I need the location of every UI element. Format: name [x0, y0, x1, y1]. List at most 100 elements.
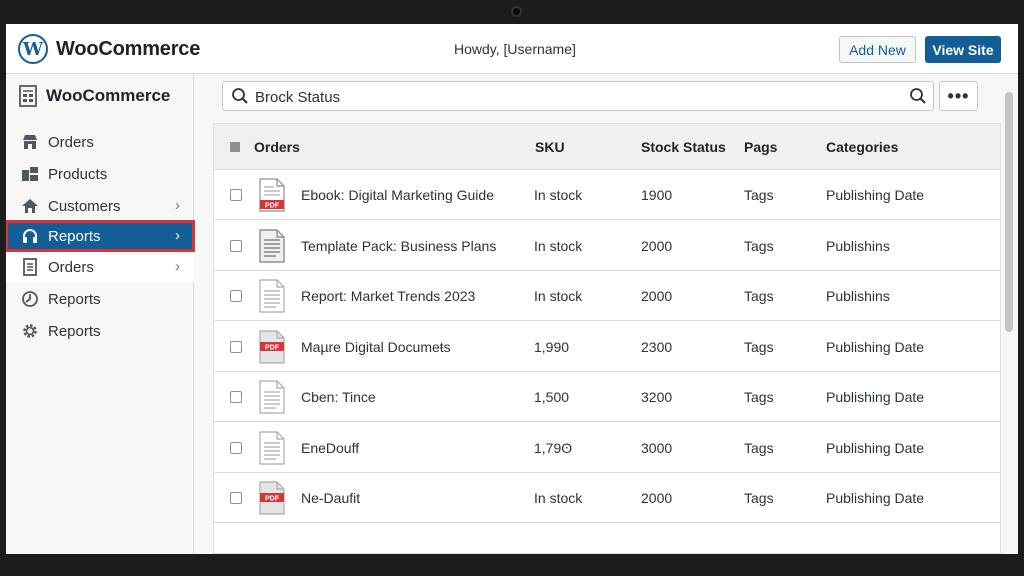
- chevron-right-icon: ›: [175, 197, 180, 214]
- document-icon: [20, 257, 40, 277]
- pdf-file-icon: PDF: [258, 178, 286, 212]
- column-header-stock-status[interactable]: Stock Status: [641, 139, 726, 155]
- product-name-link[interactable]: Ebook: Digital Marketing Guide: [301, 187, 494, 203]
- select-all-checkbox[interactable]: [230, 142, 240, 152]
- category-cell: Publishins: [826, 288, 890, 304]
- column-header-pags[interactable]: Pags: [744, 139, 777, 155]
- pags-cell: Tags: [744, 439, 774, 456]
- sidebar-item-label: Reports: [48, 322, 101, 340]
- search-value: Brock Status: [255, 89, 341, 106]
- search-submit-icon[interactable]: [909, 87, 927, 110]
- pdf-file-icon: PDF: [258, 481, 286, 515]
- sku-cell: In stock: [534, 187, 583, 203]
- document-file-icon: [258, 430, 286, 465]
- stock-cell: 1900: [641, 187, 673, 203]
- row-checkbox[interactable]: [230, 189, 242, 201]
- product-name-link[interactable]: Cben: Tince: [301, 389, 376, 405]
- stock-cell: 2000: [641, 490, 673, 506]
- document-file-icon: [258, 228, 286, 263]
- chevron-right-icon: ›: [175, 227, 180, 244]
- product-name-link[interactable]: Report: Market Trends 2023: [301, 288, 475, 304]
- table-row[interactable]: EneDouff 1,79ʘ 3000 Tags Publishing Date: [214, 422, 1000, 473]
- table-row[interactable]: Report: Market Trends 2023 In stock 2000 Ta…: [214, 271, 1000, 321]
- sidebar-item-orders-2[interactable]: Orders ›: [6, 252, 194, 282]
- row-checkbox[interactable]: [230, 290, 242, 302]
- sidebar-item-label: Orders: [48, 133, 94, 151]
- pdf-file-icon: PDF: [258, 329, 286, 364]
- stock-cell: 3200: [641, 389, 673, 405]
- category-cell: Publishing Date: [826, 439, 925, 456]
- sku-cell: In stock: [534, 237, 583, 254]
- pags-cell: Tags: [744, 389, 774, 405]
- gear-icon: [20, 321, 40, 341]
- sidebar-item-reports-2[interactable]: Reports: [6, 284, 194, 314]
- pags-cell: Tags: [744, 237, 774, 254]
- search-input[interactable]: Brock Status: [222, 81, 934, 111]
- row-checkbox[interactable]: [230, 239, 242, 252]
- category-cell: Publishing Date: [826, 389, 925, 405]
- sidebar-item-reports-3[interactable]: Reports: [6, 316, 194, 346]
- stock-cell: 2300: [641, 338, 673, 355]
- product-name-link[interactable]: Ne-Daufit: [301, 490, 360, 506]
- sidebar: WooCommerce Orders Products Customers › …: [6, 74, 195, 554]
- pags-cell: Tags: [744, 338, 774, 355]
- sku-cell: In stock: [534, 490, 583, 506]
- pags-cell: Tags: [744, 490, 774, 506]
- scrollbar-thumb[interactable]: [1005, 92, 1013, 332]
- scrollbar[interactable]: [1005, 84, 1013, 554]
- brand[interactable]: W WooCommerce: [18, 34, 200, 64]
- more-options-button[interactable]: •••: [939, 81, 978, 111]
- sidebar-item-orders[interactable]: Orders: [6, 127, 194, 157]
- stock-cell: 2000: [641, 288, 673, 304]
- report-sheet-icon: [18, 85, 38, 107]
- products-icon: [20, 164, 40, 184]
- row-checkbox[interactable]: [230, 441, 242, 454]
- sidebar-item-products[interactable]: Products: [6, 159, 194, 189]
- svg-text:PDF: PDF: [265, 344, 280, 351]
- brand-name: WooCommerce: [56, 37, 201, 60]
- product-name-link[interactable]: EneDouff: [301, 440, 359, 456]
- column-header-categories[interactable]: Categories: [826, 139, 898, 155]
- row-checkbox[interactable]: [230, 340, 242, 353]
- device-bezel: W WooCommerce Howdy, [Username] Add New …: [0, 0, 1024, 576]
- sku-cell: In stock: [534, 288, 583, 304]
- search-icon[interactable]: [231, 87, 249, 110]
- sku-cell: 1,990: [534, 338, 570, 355]
- wordpress-logo-icon: W: [18, 34, 48, 64]
- column-header-orders[interactable]: Orders: [254, 139, 300, 155]
- sidebar-header: WooCommerce: [18, 85, 171, 107]
- sku-cell: 1,79ʘ: [534, 439, 573, 456]
- table-row[interactable]: PDF Ne-Daufit In stock 2000 Tags Publishing D…: [214, 473, 1000, 523]
- table-row[interactable]: Cben: Tince 1,500 3200 Tags Publishing Date: [214, 372, 1000, 422]
- pags-cell: Tags: [744, 288, 774, 304]
- column-header-sku[interactable]: SKU: [535, 139, 565, 155]
- pags-cell: Tags: [744, 187, 774, 203]
- product-name-link[interactable]: Maµre Digital Documeŧs: [301, 339, 451, 355]
- document-file-icon: [258, 279, 286, 313]
- table-header: Orders SKU Stock Status Pags Categories: [214, 124, 1000, 170]
- table-row[interactable]: Template Pack: Business Plans In stock 200…: [214, 220, 1000, 271]
- products-table: Orders SKU Stock Status Pags Categories …: [213, 123, 1001, 554]
- view-site-button[interactable]: View Site: [925, 36, 1001, 63]
- add-new-button[interactable]: Add New: [839, 36, 916, 63]
- store-icon: [20, 132, 40, 152]
- row-checkbox[interactable]: [230, 492, 242, 504]
- category-cell: Publishins: [826, 237, 890, 254]
- sidebar-item-reports-active[interactable]: Reports ›: [6, 220, 195, 252]
- home-icon: [20, 196, 40, 216]
- table-row[interactable]: PDF Ebook: Digital Marketing Guide In stoc…: [214, 170, 1000, 220]
- stock-cell: 3000: [641, 439, 673, 456]
- svg-text:PDF: PDF: [265, 496, 280, 503]
- sidebar-item-label: Products: [48, 165, 108, 183]
- product-name-link[interactable]: Template Pack: Business Plans: [301, 238, 496, 254]
- table-row[interactable]: PDF Maµre Digital Documeŧs 1,990 2300 Tags Pu…: [214, 321, 1000, 372]
- sidebar-item-customers[interactable]: Customers ›: [6, 191, 194, 221]
- category-cell: Publishing Date: [826, 490, 925, 506]
- row-checkbox[interactable]: [230, 391, 242, 403]
- sidebar-title: WooCommerce: [46, 86, 171, 105]
- stock-cell: 2000: [641, 237, 673, 254]
- camera-icon: [511, 6, 522, 17]
- howdy-greeting[interactable]: Howdy, [Username]: [454, 41, 576, 57]
- sidebar-item-label: Reports: [48, 227, 101, 245]
- admin-topbar: W WooCommerce Howdy, [Username] Add New …: [6, 24, 1018, 74]
